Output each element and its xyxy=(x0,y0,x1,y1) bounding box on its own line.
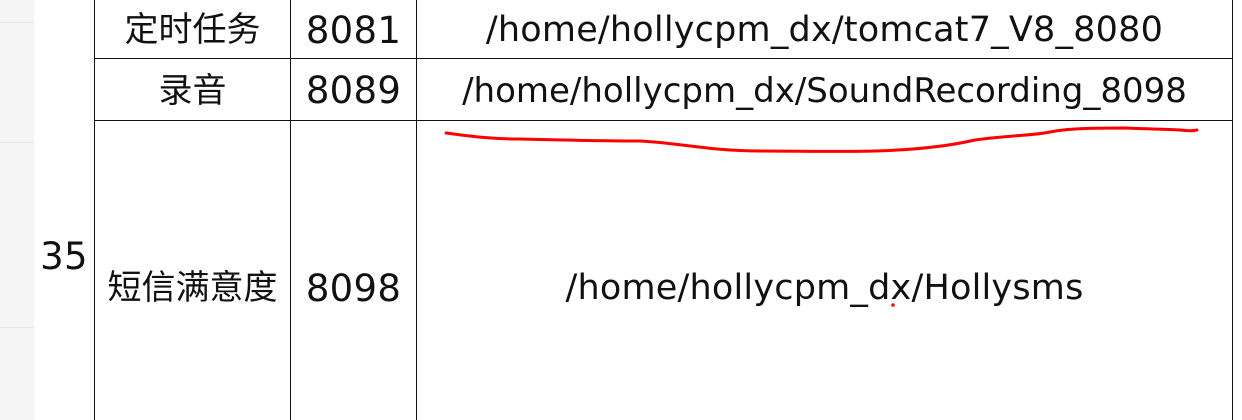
row-header-divider xyxy=(0,22,34,23)
service-name-cell[interactable]: 录音 xyxy=(95,63,290,118)
service-name: 录音 xyxy=(158,70,227,111)
port-number: 8098 xyxy=(305,266,402,310)
grid-edge xyxy=(1233,0,1242,420)
port-number: 8081 xyxy=(305,8,402,52)
deploy-path-cell[interactable]: /home/hollycpm_dx/SoundRecording_8098 xyxy=(417,63,1232,118)
row-number-cell[interactable]: 35 xyxy=(34,230,94,282)
service-name-cell[interactable]: 短信满意度 xyxy=(95,260,290,316)
grid-line xyxy=(94,58,1233,59)
port-cell[interactable]: 8098 xyxy=(291,260,416,316)
spreadsheet-screenshot: 35 定时任务 8081 /home/hollycpm_dx/tomcat7_V… xyxy=(0,0,1242,420)
grid-line xyxy=(1232,0,1233,420)
row-header-strip xyxy=(0,0,34,420)
deploy-path: /home/hollycpm_dx/tomcat7_V8_8080 xyxy=(485,9,1164,50)
port-cell[interactable]: 8089 xyxy=(291,63,416,118)
service-name: 定时任务 xyxy=(124,10,261,50)
row-header-divider xyxy=(0,142,34,143)
grid-line xyxy=(94,120,1233,121)
port-number: 8089 xyxy=(305,69,402,112)
deploy-path: /home/hollycpm_dx/Hollysms xyxy=(565,267,1084,308)
row-number-value: 35 xyxy=(40,234,88,278)
deploy-path-cell[interactable]: /home/hollycpm_dx/Hollysms xyxy=(417,260,1232,316)
service-name-cell[interactable]: 定时任务 xyxy=(95,4,290,56)
deploy-path-cell[interactable]: /home/hollycpm_dx/tomcat7_V8_8080 xyxy=(417,4,1232,56)
red-pen-stroke xyxy=(444,126,1199,153)
service-name: 短信满意度 xyxy=(107,268,278,308)
deploy-path: /home/hollycpm_dx/SoundRecording_8098 xyxy=(462,70,1187,111)
row-header-divider xyxy=(0,327,34,328)
port-cell[interactable]: 8081 xyxy=(291,4,416,56)
